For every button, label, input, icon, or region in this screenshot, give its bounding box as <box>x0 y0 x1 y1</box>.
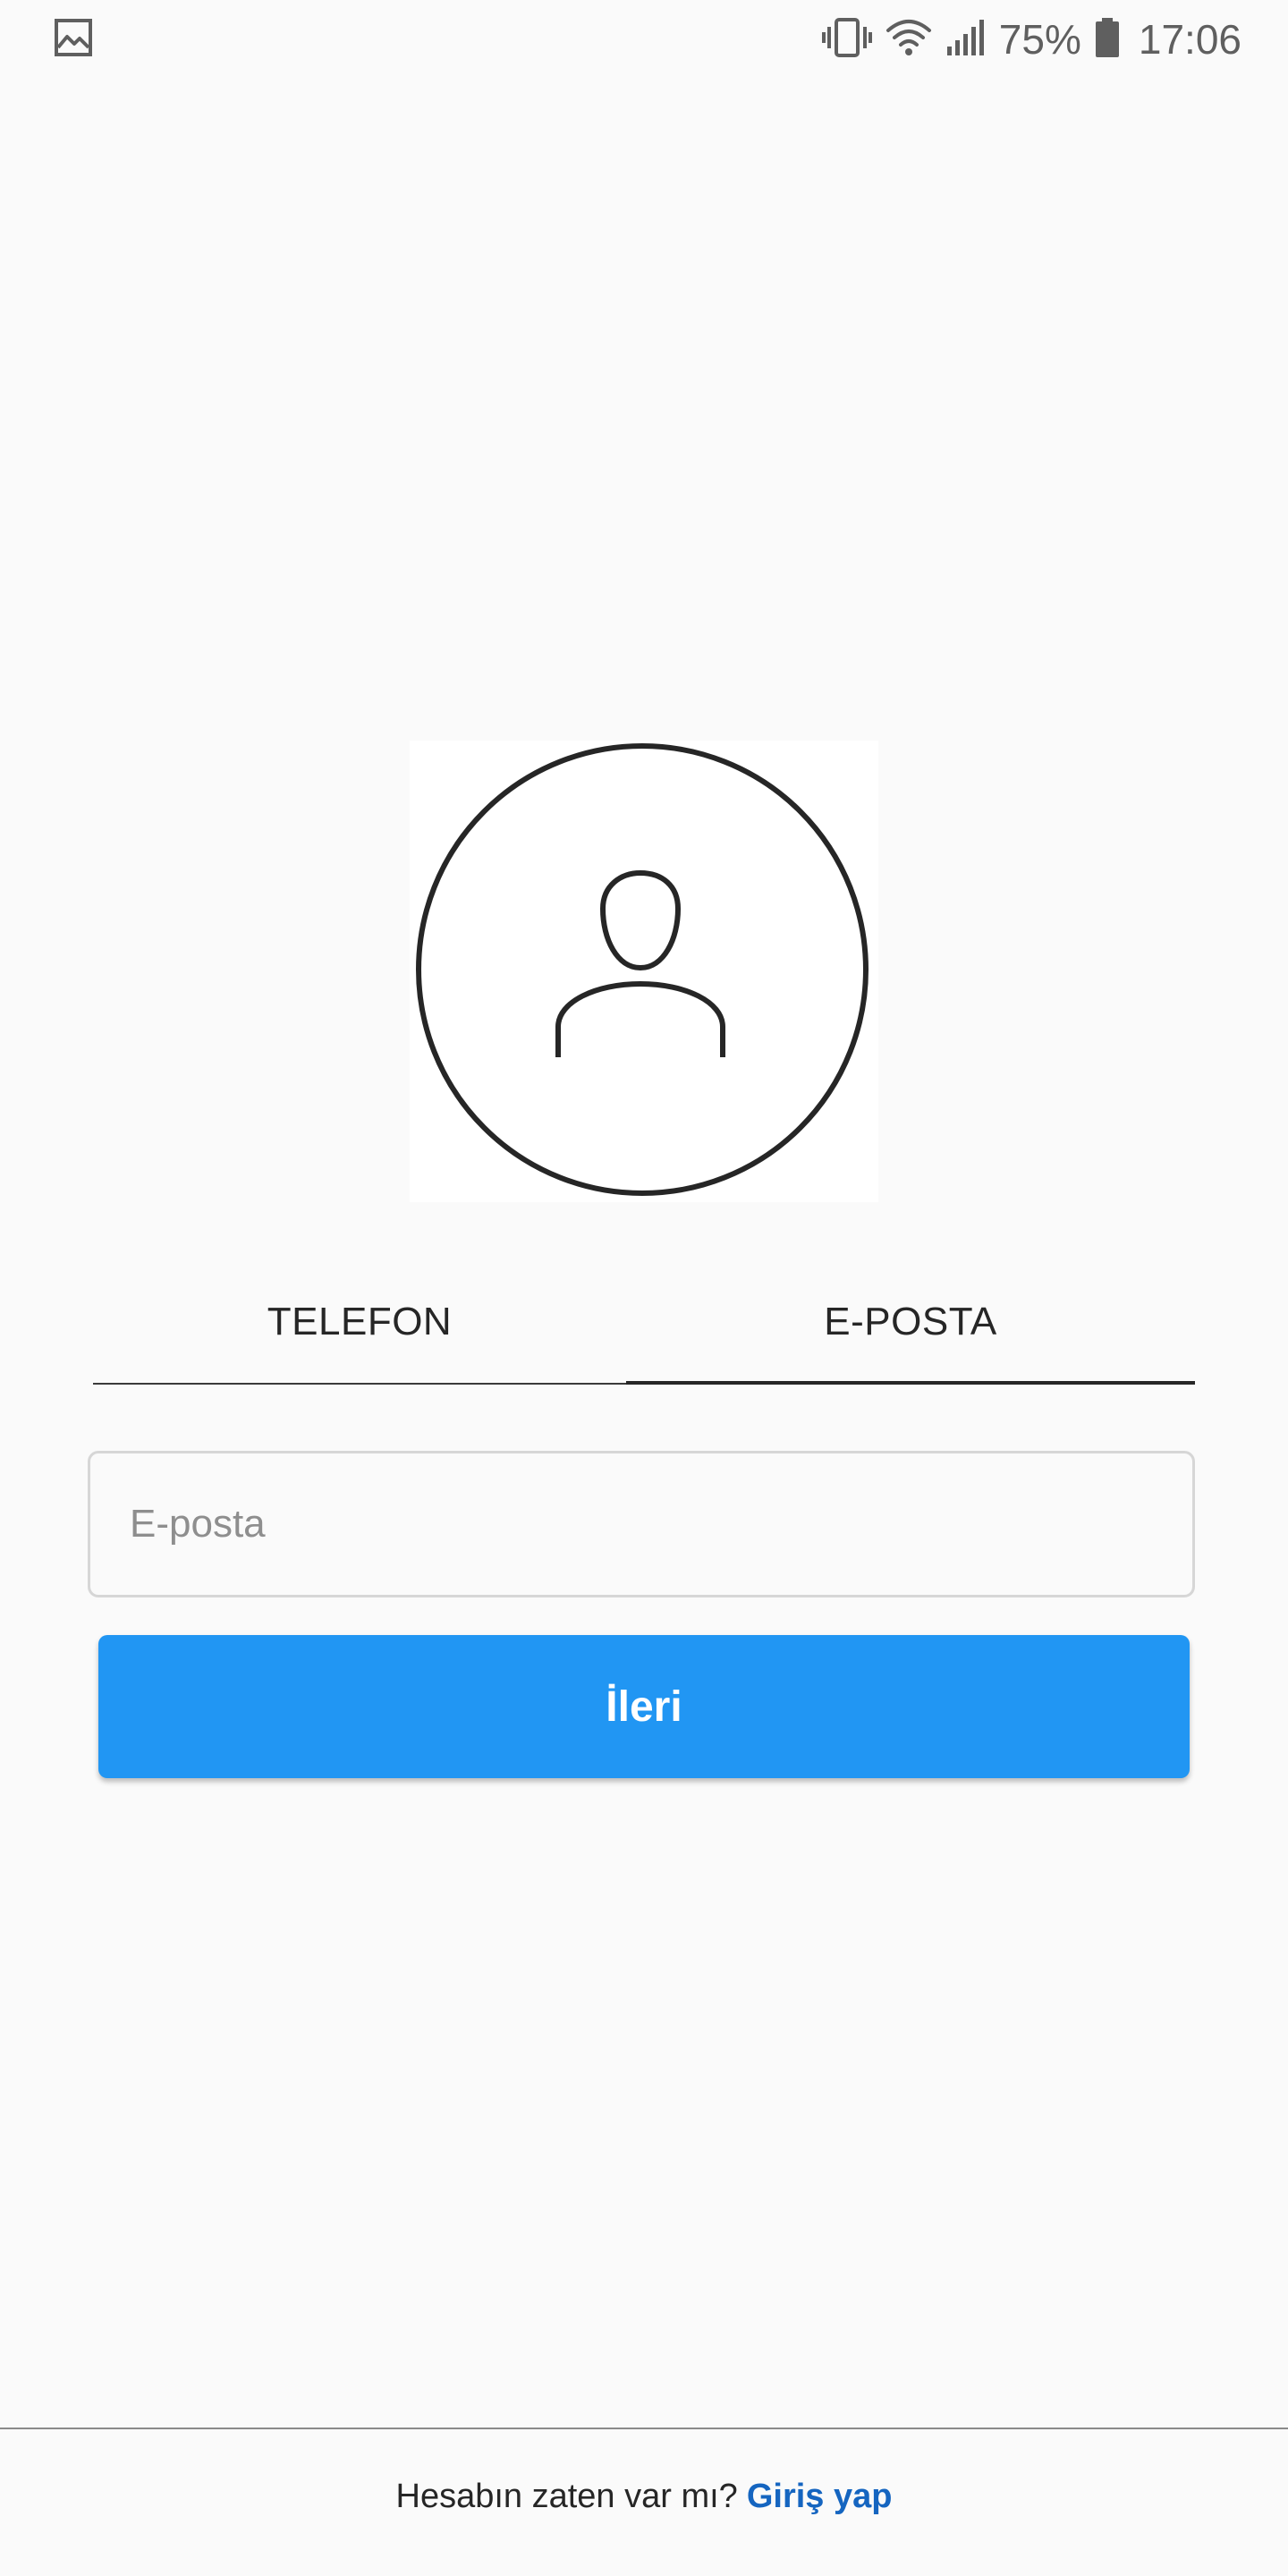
login-link[interactable]: Giriş yap <box>747 2478 893 2516</box>
footer: Hesabın zaten var mı? Giriş yap <box>0 2429 1288 2563</box>
profile-avatar[interactable] <box>410 741 878 1202</box>
battery-percent: 75% <box>998 16 1081 63</box>
tab-selected-indicator <box>626 1381 1195 1385</box>
next-button[interactable]: İleri <box>98 1635 1190 1778</box>
email-field[interactable] <box>88 1451 1195 1597</box>
status-indicators: 75% 17:06 <box>821 11 1241 68</box>
clock: 17:06 <box>1138 16 1241 63</box>
signal-icon <box>945 16 987 64</box>
have-account-prompt: Hesabın zaten var mı? <box>395 2477 738 2515</box>
image-icon <box>54 18 93 57</box>
user-icon <box>416 743 869 1196</box>
vibrate-icon <box>821 16 872 64</box>
status-bar: 75% 17:06 <box>0 0 1288 79</box>
tab-email[interactable]: E-POSTA <box>626 1259 1195 1385</box>
wifi-icon <box>885 16 933 64</box>
signup-method-tabs: TELEFON E-POSTA <box>93 1259 1195 1385</box>
battery-icon <box>1094 16 1121 64</box>
tab-phone[interactable]: TELEFON <box>93 1259 626 1385</box>
